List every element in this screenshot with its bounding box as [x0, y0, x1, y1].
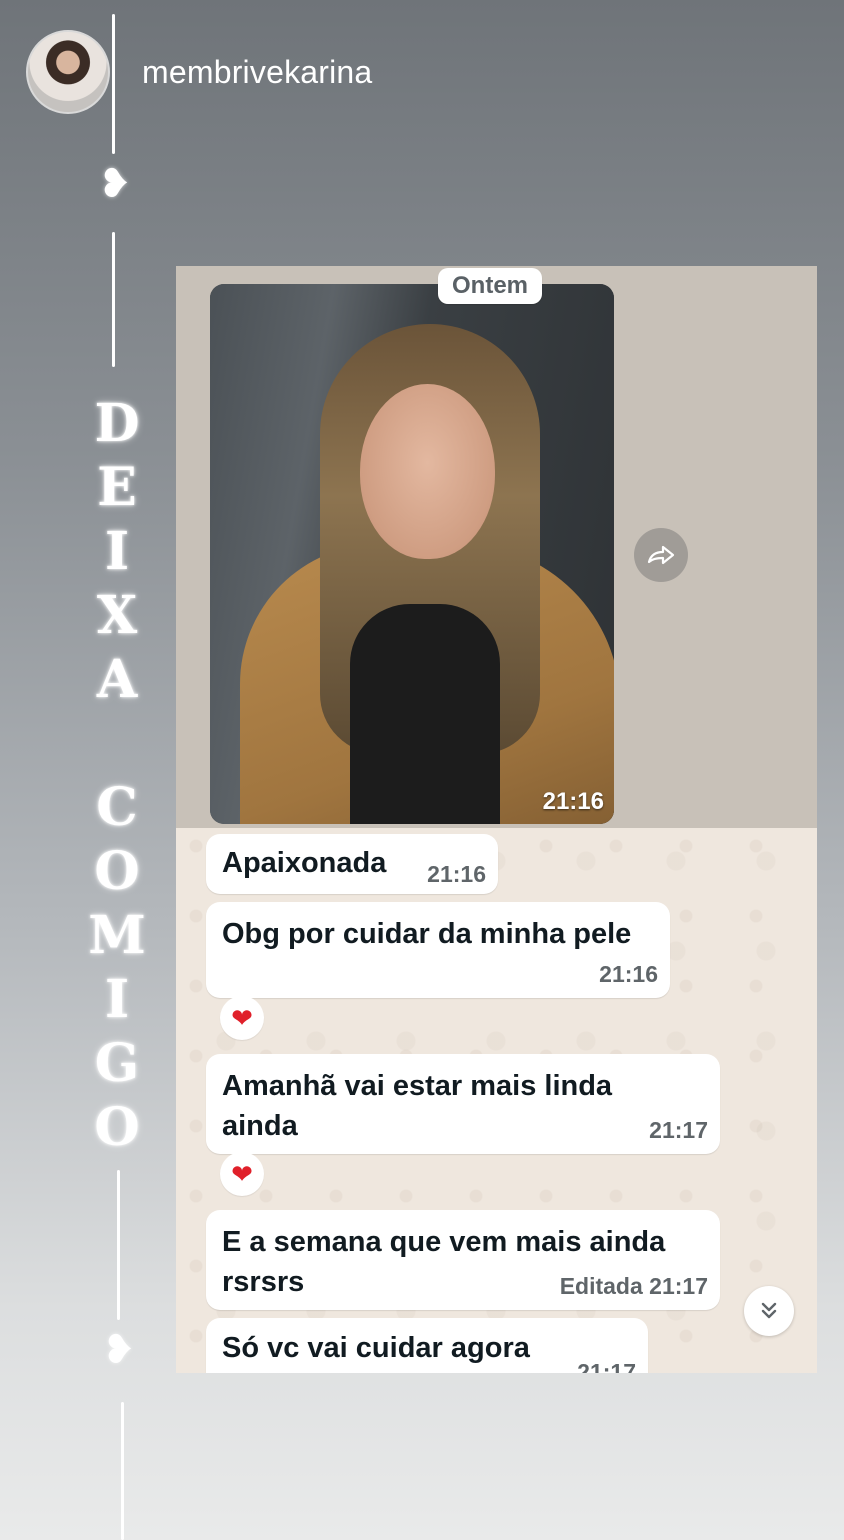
letter: A: [96, 649, 138, 710]
message-bubble[interactable]: Apaixonada 21:16: [206, 834, 498, 894]
message-bubble[interactable]: Só vc vai cuidar agora 21:17: [206, 1318, 648, 1373]
letter: O: [94, 841, 140, 902]
chevron-double-down-icon[interactable]: [744, 1286, 794, 1336]
letter: O: [94, 1097, 140, 1158]
heart-reaction[interactable]: ❤: [220, 1152, 264, 1196]
message-time: 21:16: [427, 861, 486, 887]
message-bubble[interactable]: Amanhã vai estar mais linda ainda 21:17: [206, 1054, 720, 1154]
heart-reaction[interactable]: ❤: [220, 996, 264, 1040]
message-text: Obg por cuidar da minha pele: [222, 918, 632, 950]
decorative-line: [121, 1402, 124, 1540]
letter: X: [96, 585, 138, 646]
letter: D: [94, 393, 140, 454]
letter: I: [104, 521, 130, 582]
username[interactable]: membrivekarina: [142, 54, 372, 91]
letter: C: [96, 777, 138, 838]
message-time: 21:17: [577, 1359, 636, 1373]
message-time: 21:16: [599, 961, 658, 987]
chevron-double-down-glyph: [761, 1302, 777, 1319]
photo-face: [360, 384, 495, 559]
photo-shirt: [350, 604, 500, 824]
decorative-line: [117, 1170, 120, 1320]
vertical-word-deixa: D E I X A: [86, 392, 148, 712]
message-text: Só vc vai cuidar agora: [222, 1332, 530, 1364]
message-time: Editada 21:17: [559, 1273, 708, 1299]
photo-timestamp: 21:16: [542, 788, 604, 815]
decorative-line: [112, 232, 115, 367]
forward-icon-glyph: [647, 545, 675, 565]
letter: M: [88, 905, 146, 966]
avatar[interactable]: [26, 30, 110, 114]
message-time: 21:17: [649, 1117, 708, 1143]
photo-message[interactable]: 21:16: [210, 284, 614, 824]
message-text: Apaixonada: [222, 847, 387, 879]
letter: G: [94, 1033, 140, 1094]
story-screen: membrivekarina ❥ ❥ D E I X A C O M I G O…: [0, 0, 844, 1540]
vertical-word-comigo: C O M I G O: [86, 776, 148, 1160]
letter: I: [104, 969, 130, 1030]
message-bubble[interactable]: E a semana que vem mais ainda rsrsrs Edi…: [206, 1210, 720, 1310]
forward-icon[interactable]: [634, 528, 688, 582]
date-label: Ontem: [438, 268, 543, 304]
message-bubble[interactable]: Obg por cuidar da minha pele 21:16: [206, 902, 670, 998]
decorative-line: [112, 14, 115, 154]
message-text: Amanhã vai estar mais linda ainda: [222, 1070, 613, 1142]
photo-message-area: 21:16 Ontem: [176, 266, 817, 828]
chat-screenshot: 21:16 Ontem Apaixonada 21:16 Obg por cui…: [176, 266, 817, 1373]
letter: E: [97, 457, 137, 518]
heart-icon: ❥: [102, 1328, 136, 1372]
heart-icon: ❥: [98, 162, 132, 206]
